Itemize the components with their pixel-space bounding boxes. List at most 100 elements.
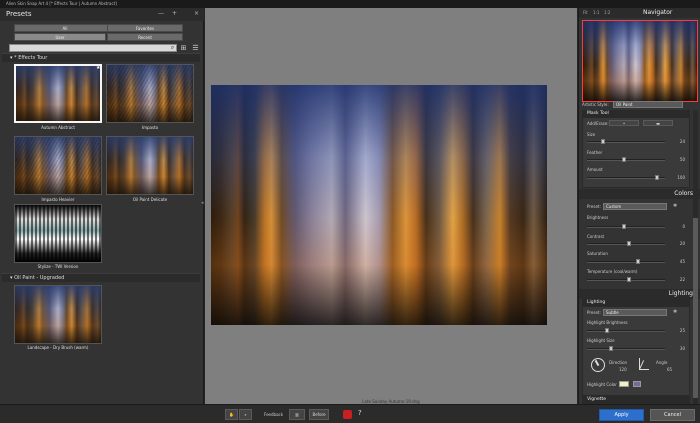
favorite-star-icon[interactable]: ★ xyxy=(96,65,100,71)
mask-amount-slider[interactable] xyxy=(587,177,665,179)
preset-thumbnail-image xyxy=(16,66,100,121)
lighting-sub-header[interactable]: Lighting xyxy=(582,299,690,307)
vignette-header[interactable]: Vignette xyxy=(582,396,690,404)
filter-recent-button[interactable]: Recent xyxy=(107,33,183,41)
before-button[interactable]: Before xyxy=(309,409,329,420)
collapse-left-icon[interactable]: ◂ xyxy=(201,200,204,206)
group-header-effects-tour[interactable]: ▾ * Effects Tour xyxy=(2,53,200,62)
preset-thumbnail-image xyxy=(15,205,101,262)
temperature-slider[interactable] xyxy=(587,279,665,281)
colors-section-header[interactable]: Colors xyxy=(579,189,700,199)
lighting-preset-menu-icon[interactable]: ✱ xyxy=(673,309,677,315)
angle-value: 65 xyxy=(667,367,673,372)
zoom-tool-icon[interactable]: ⌕ xyxy=(239,409,252,420)
direction-value: 120 xyxy=(619,367,627,372)
colors-preset-label: Preset: xyxy=(587,204,601,209)
window-title: Alien Skin Snap Art 4 [* Effects Tour | … xyxy=(6,1,117,6)
zoom-1-2-button[interactable]: 1:2 xyxy=(604,10,610,15)
mask-size-slider[interactable] xyxy=(587,141,665,143)
preset-thumb-impasto[interactable] xyxy=(106,64,194,123)
preset-thumb-landscape-dry-brush[interactable] xyxy=(14,285,102,344)
saturation-knob[interactable] xyxy=(636,259,640,264)
alien-skin-logo-icon[interactable] xyxy=(343,410,352,419)
preview-canvas[interactable] xyxy=(211,85,547,325)
search-icon[interactable]: ⌕ xyxy=(168,44,177,52)
highlight-size-label: Highlight Size xyxy=(587,338,615,343)
preset-thumb-autumn-abstract[interactable] xyxy=(14,64,102,123)
preset-search-input[interactable] xyxy=(9,44,177,52)
highlight-brightness-value: 25 xyxy=(679,328,685,333)
highlight-size-knob[interactable] xyxy=(609,346,613,351)
filter-all-button[interactable]: All xyxy=(14,24,116,32)
highlight-color-label: Highlight Color xyxy=(587,382,617,387)
split-view-button[interactable]: ▥ xyxy=(289,409,305,420)
temperature-label: Temperature (cool/warm) xyxy=(587,269,638,274)
grid-view-icon[interactable]: ⊞ xyxy=(179,44,188,52)
preset-thumbnail-image xyxy=(15,286,101,343)
mask-feather-knob[interactable] xyxy=(622,157,626,162)
mask-erase-button[interactable]: ▬ xyxy=(643,120,673,126)
zoom-1-1-button[interactable]: 1:1 xyxy=(593,10,599,15)
mask-size-label: Size xyxy=(587,132,596,137)
help-icon[interactable]: ? xyxy=(358,409,362,417)
preset-label: Impasto xyxy=(141,125,159,130)
saturation-slider[interactable] xyxy=(587,261,665,263)
contrast-slider[interactable] xyxy=(587,243,665,245)
mask-feather-value: 50 xyxy=(679,157,685,162)
add-preset-icon[interactable]: + xyxy=(172,10,177,17)
preset-thumb-oil-paint-delicate[interactable] xyxy=(106,136,194,195)
presets-title: Presets xyxy=(6,10,32,18)
preview-image xyxy=(211,85,547,325)
preset-label: Impasto Heavier xyxy=(41,197,75,202)
group-header-oil-paint-upgraded[interactable]: ▾ Oil Paint - Upgraded xyxy=(2,273,200,282)
preset-thumb-impasto-heavier[interactable] xyxy=(14,136,102,195)
brightness-label: Brightness xyxy=(587,215,609,220)
colors-preset-select[interactable]: Custom xyxy=(603,203,667,210)
zoom-fit-button[interactable]: Fit xyxy=(583,10,588,15)
minimize-icon[interactable]: — xyxy=(158,10,164,17)
highlight-brightness-knob[interactable] xyxy=(605,328,609,333)
highlight-color-swatch[interactable] xyxy=(619,381,629,387)
angle-label: Angle xyxy=(656,360,668,365)
contrast-knob[interactable] xyxy=(627,241,631,246)
preset-label: Autumn Abstract xyxy=(41,125,75,130)
hand-tool-icon[interactable]: ✋ xyxy=(225,409,238,420)
highlight-brightness-slider[interactable] xyxy=(587,330,665,332)
preview-area[interactable]: Late Sunday Autumn-19.dng xyxy=(205,8,577,404)
filter-user-button[interactable]: User xyxy=(14,33,106,41)
temperature-knob[interactable] xyxy=(627,277,631,282)
brightness-value: 0 xyxy=(682,224,685,229)
filter-favorites-button[interactable]: Favorites xyxy=(107,24,183,32)
preset-thumbnail-image xyxy=(107,65,193,122)
apply-button[interactable]: Apply xyxy=(599,409,644,421)
mask-add-button[interactable]: • xyxy=(609,120,639,126)
preset-label: Landscape - Dry Brush (warm) xyxy=(27,345,89,350)
saturation-value: 45 xyxy=(679,259,685,264)
contrast-value: 20 xyxy=(679,241,685,246)
artistic-style-select[interactable]: Oil Paint xyxy=(613,101,683,108)
navigator-thumbnail[interactable] xyxy=(582,20,698,102)
brightness-slider[interactable] xyxy=(587,226,665,228)
color-picker-icon[interactable] xyxy=(633,381,641,387)
app-window: Alien Skin Snap Art 4 [* Effects Tour | … xyxy=(0,0,700,423)
navigator-title: Navigator xyxy=(643,9,673,16)
list-view-icon[interactable]: ☰ xyxy=(191,44,200,52)
close-panel-icon[interactable]: × xyxy=(194,10,199,17)
settings-scrollbar-thumb[interactable] xyxy=(693,218,698,398)
settings-panel: Fit 1:1 1:2 Navigator Artistic Style: Oi… xyxy=(578,8,700,404)
brightness-knob[interactable] xyxy=(622,224,626,229)
lighting-preset-select[interactable]: Subtle xyxy=(603,309,667,316)
mask-amount-value: 100 xyxy=(677,175,685,180)
highlight-size-slider[interactable] xyxy=(587,348,665,350)
feedback-label: Feedback xyxy=(264,412,284,417)
lighting-section-header[interactable]: Lighting xyxy=(579,289,700,299)
mask-size-knob[interactable] xyxy=(601,139,605,144)
mask-tool-header[interactable]: Mask Tool xyxy=(582,110,690,118)
preset-menu-icon[interactable]: ✱ xyxy=(673,203,677,209)
mask-feather-slider[interactable] xyxy=(587,159,665,161)
preset-thumb-stylize-twi[interactable] xyxy=(14,204,102,263)
group-name: * Effects Tour xyxy=(14,55,48,61)
presets-panel: Presets — + × All Favorites User Recent … xyxy=(0,8,204,404)
mask-amount-knob[interactable] xyxy=(655,175,659,180)
cancel-button[interactable]: Cancel xyxy=(650,409,695,421)
